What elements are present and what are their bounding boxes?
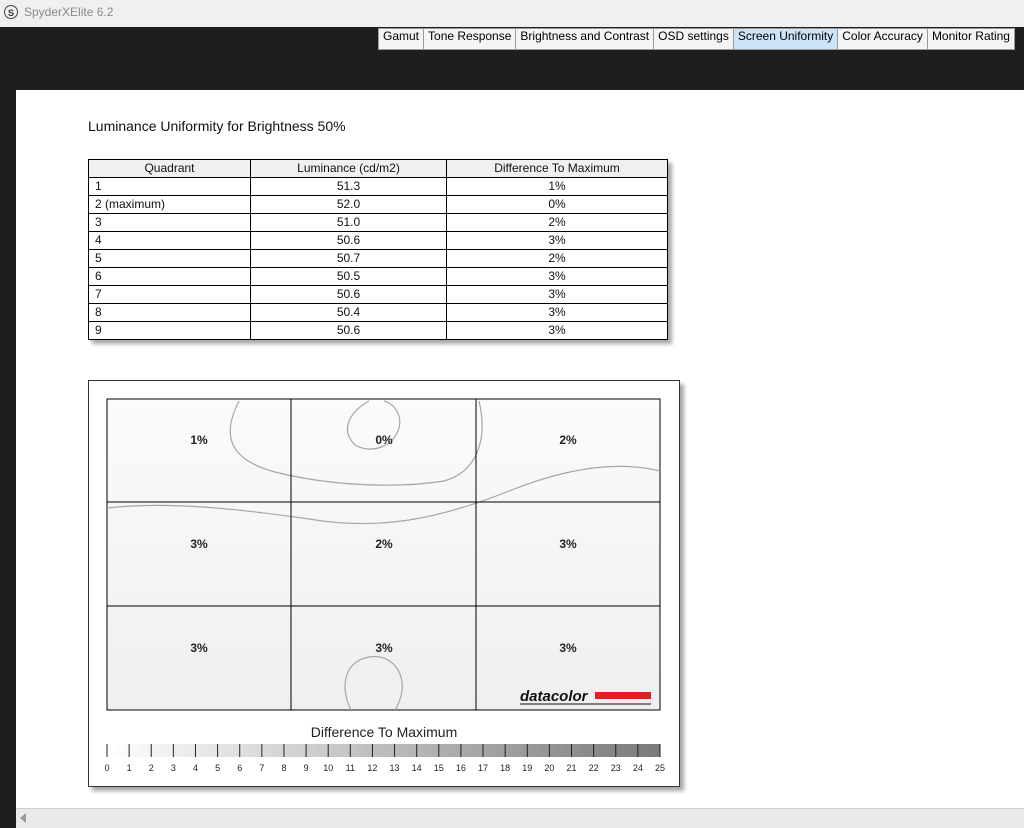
luminance-cell: 50.6 xyxy=(250,321,447,340)
title-bar: S SpyderXElite 6.2 xyxy=(0,0,1024,27)
difference-cell: 1% xyxy=(446,177,668,196)
difference-cell: 0% xyxy=(446,195,668,214)
difference-cell: 3% xyxy=(446,303,668,322)
scale-tick-label: 14 xyxy=(412,763,422,773)
table-row: 8 50.4 3% xyxy=(88,303,668,322)
scale-tick-label: 1 xyxy=(127,763,132,773)
difference-cell: 2% xyxy=(446,213,668,232)
scale-tick-label: 19 xyxy=(522,763,532,773)
uniformity-map-panel: 1% 0% 2% 3% 2% 3% 3% 3% 3% datacolor Dif… xyxy=(88,380,680,787)
datacolor-logo-text: datacolor xyxy=(520,688,589,705)
scale-tick-label: 7 xyxy=(259,763,264,773)
scale-tick-label: 0 xyxy=(104,763,109,773)
table-row: 3 51.0 2% xyxy=(88,213,668,232)
luminance-table: Quadrant Luminance (cd/m2) Difference To… xyxy=(88,159,668,340)
quadrant-cell: 3 xyxy=(88,213,251,232)
table-header: Difference To Maximum xyxy=(446,159,668,178)
table-row: 9 50.6 3% xyxy=(88,321,668,340)
luminance-cell: 50.6 xyxy=(250,231,447,250)
quadrant-cell: 9 xyxy=(88,321,251,340)
luminance-cell: 50.7 xyxy=(250,249,447,268)
table-row: 6 50.5 3% xyxy=(88,267,668,286)
quadrant-label: 0% xyxy=(375,433,393,447)
scale-gradient-bar xyxy=(107,744,660,757)
tab-monitor-rating[interactable]: Monitor Rating xyxy=(928,29,1014,49)
quadrant-label: 3% xyxy=(375,641,393,655)
luminance-cell: 50.4 xyxy=(250,303,447,322)
scale-tick-label: 13 xyxy=(390,763,400,773)
horizontal-scrollbar[interactable] xyxy=(16,808,1024,828)
scroll-left-icon[interactable] xyxy=(20,813,26,823)
scale-tick-label: 21 xyxy=(567,763,577,773)
scale-tick-label: 4 xyxy=(193,763,198,773)
scale-tick-label: 8 xyxy=(281,763,286,773)
tab-bar: Gamut Tone Response Brightness and Contr… xyxy=(378,28,1015,50)
scale-tick-label: 12 xyxy=(367,763,377,773)
report-page: Luminance Uniformity for Brightness 50% … xyxy=(16,90,1024,808)
luminance-cell: 51.0 xyxy=(250,213,447,232)
quadrant-label: 2% xyxy=(559,433,577,447)
scale-title: Difference To Maximum xyxy=(311,724,458,740)
scale-tick-label: 17 xyxy=(478,763,488,773)
difference-cell: 3% xyxy=(446,231,668,250)
scale-tick-label: 25 xyxy=(655,763,665,773)
scale-tick-label: 6 xyxy=(237,763,242,773)
quadrant-cell: 8 xyxy=(88,303,251,322)
quadrant-cell: 6 xyxy=(88,267,251,286)
difference-cell: 3% xyxy=(446,285,668,304)
luminance-cell: 51.3 xyxy=(250,177,447,196)
scale-tick-label: 11 xyxy=(346,763,355,773)
tab-screen-uniformity[interactable]: Screen Uniformity xyxy=(733,29,839,49)
quadrant-cell: 1 xyxy=(88,177,251,196)
scale-tick-label: 16 xyxy=(456,763,466,773)
tab-tone-response[interactable]: Tone Response xyxy=(424,29,517,49)
table-row: 7 50.6 3% xyxy=(88,285,668,304)
scale-tick-label: 3 xyxy=(171,763,176,773)
quadrant-label: 1% xyxy=(190,433,208,447)
quadrant-label: 3% xyxy=(190,537,208,551)
table-row: 1 51.3 1% xyxy=(88,177,668,196)
table-row: 5 50.7 2% xyxy=(88,249,668,268)
difference-cell: 3% xyxy=(446,321,668,340)
difference-cell: 3% xyxy=(446,267,668,286)
scale-tick-label: 18 xyxy=(500,763,510,773)
scale-tick-label: 24 xyxy=(633,763,643,773)
scale-tick-label: 10 xyxy=(323,763,333,773)
quadrant-label: 2% xyxy=(375,537,393,551)
quadrant-label: 3% xyxy=(559,641,577,655)
uniformity-map: 1% 0% 2% 3% 2% 3% 3% 3% 3% datacolor Dif… xyxy=(104,398,665,773)
report-title: Luminance Uniformity for Brightness 50% xyxy=(88,118,346,134)
quadrant-cell: 2 (maximum) xyxy=(88,195,251,214)
quadrant-label: 3% xyxy=(559,537,577,551)
quadrant-cell: 7 xyxy=(88,285,251,304)
table-header: Luminance (cd/m2) xyxy=(250,159,447,178)
quadrant-cell: 4 xyxy=(88,231,251,250)
scale-tick-label: 2 xyxy=(149,763,154,773)
table-header-row: Quadrant Luminance (cd/m2) Difference To… xyxy=(88,159,668,178)
tab-brightness-contrast[interactable]: Brightness and Contrast xyxy=(516,29,655,49)
tab-osd-settings[interactable]: OSD settings xyxy=(654,29,734,49)
luminance-cell: 50.6 xyxy=(250,285,447,304)
tab-color-accuracy[interactable]: Color Accuracy xyxy=(838,29,928,49)
scale-tick-label: 5 xyxy=(215,763,220,773)
left-panel-edge xyxy=(0,90,16,828)
difference-cell: 2% xyxy=(446,249,668,268)
luminance-cell: 52.0 xyxy=(250,195,447,214)
scale-tick-label: 15 xyxy=(434,763,444,773)
scale-tick-label: 20 xyxy=(544,763,554,773)
tab-gamut[interactable]: Gamut xyxy=(379,29,425,49)
table-row: 2 (maximum) 52.0 0% xyxy=(88,195,668,214)
scale-tick-label: 23 xyxy=(611,763,621,773)
app-logo-icon: S xyxy=(4,5,18,19)
logo-red-bar xyxy=(595,692,651,699)
quadrant-label: 3% xyxy=(190,641,208,655)
table-row: 4 50.6 3% xyxy=(88,231,668,250)
scale-tick-label: 9 xyxy=(304,763,309,773)
table-header: Quadrant xyxy=(88,159,251,178)
scale-tick-label: 22 xyxy=(589,763,599,773)
luminance-cell: 50.5 xyxy=(250,267,447,286)
quadrant-cell: 5 xyxy=(88,249,251,268)
window-title: SpyderXElite 6.2 xyxy=(24,5,114,19)
